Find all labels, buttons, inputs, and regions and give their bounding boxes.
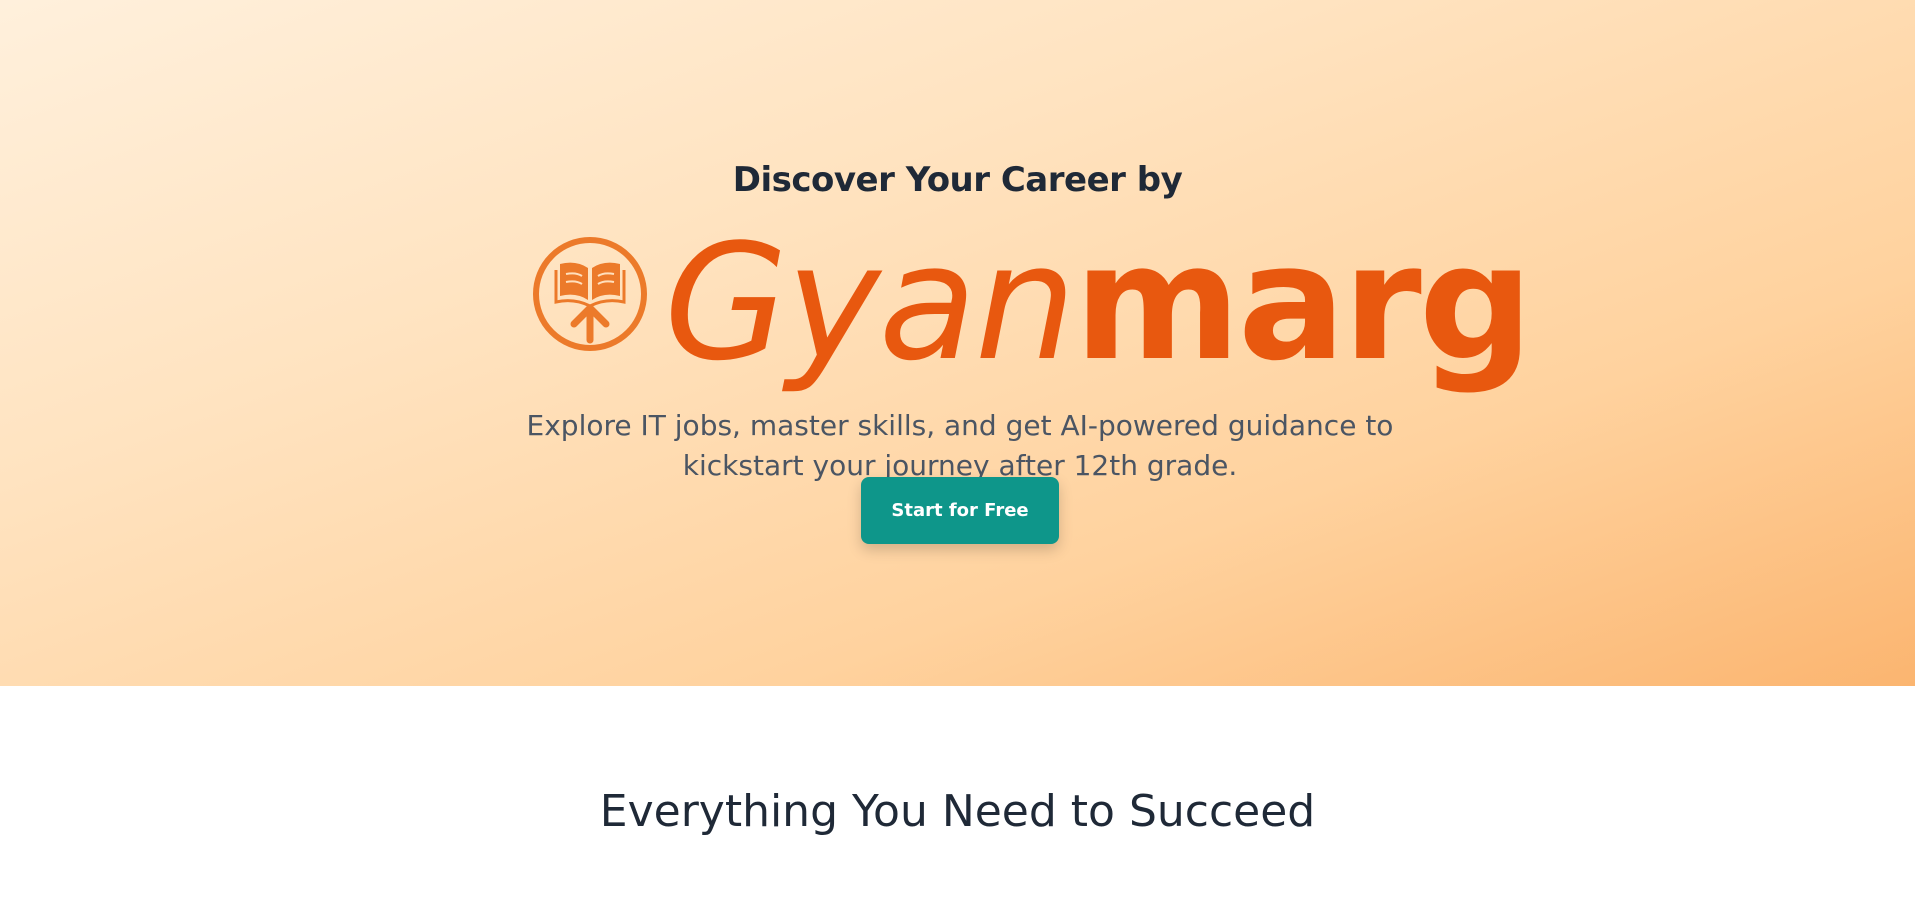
brand-wordmark: Gyanmarg — [664, 208, 1533, 398]
book-upload-icon — [533, 237, 647, 351]
hero-subtitle: Explore IT jobs, master skills, and get … — [526, 409, 1394, 482]
hero-section: Discover Your Career by Gyanmarg Explore… — [0, 0, 1915, 686]
hero-eyebrow: Discover Your Career by — [732, 160, 1183, 200]
features-section-title: Everything You Need to Succeed — [599, 786, 1316, 837]
start-for-free-button[interactable]: Start for Free — [861, 477, 1059, 544]
brand-logo-lockup: Gyanmarg — [532, 209, 1533, 396]
brand-wordmark-part2: marg — [1074, 209, 1533, 396]
brand-wordmark-part1: Gyan — [664, 209, 1076, 396]
